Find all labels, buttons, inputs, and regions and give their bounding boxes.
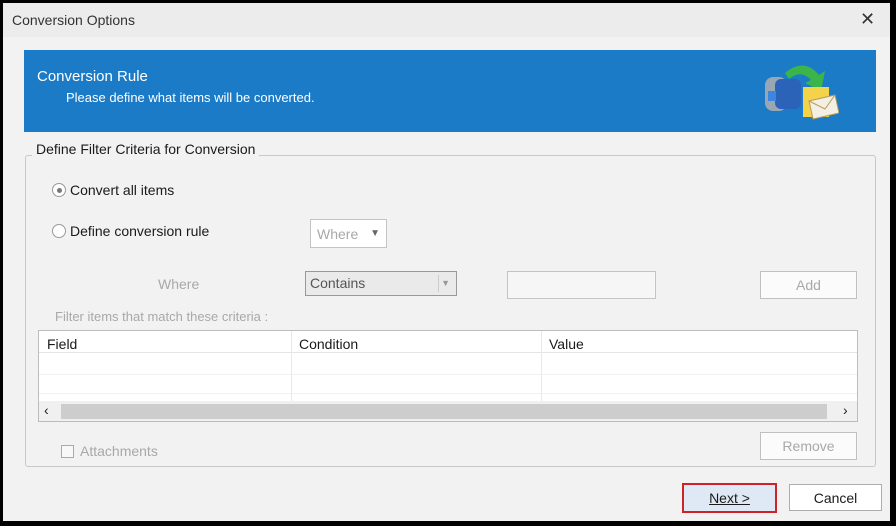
title-bar: Conversion Options ✕	[3, 3, 890, 37]
criteria-table: Field Condition Value ‹ ›	[38, 330, 858, 422]
mailbox-convert-icon	[765, 65, 839, 120]
next-button[interactable]: Next >	[682, 483, 777, 513]
scroll-left-icon[interactable]: ‹	[44, 402, 49, 418]
column-header-field[interactable]: Field	[39, 331, 291, 353]
banner-title: Conversion Rule	[37, 68, 148, 85]
where-label: Where	[158, 276, 200, 292]
header-banner: Conversion Rule Please define what items…	[24, 50, 876, 132]
radio-unselected-icon	[52, 224, 66, 238]
define-rule-radio[interactable]: Define conversion rule	[52, 223, 209, 239]
attachments-label: Attachments	[80, 443, 158, 459]
cancel-button[interactable]: Cancel	[789, 484, 882, 511]
convert-all-radio[interactable]: Convert all items	[52, 182, 174, 198]
value-input[interactable]	[507, 271, 656, 299]
group-legend: Define Filter Criteria for Conversion	[32, 141, 260, 157]
close-icon[interactable]: ✕	[860, 9, 875, 30]
chevron-down-icon: ▼	[438, 275, 452, 292]
window-title: Conversion Options	[12, 12, 135, 28]
scroll-right-icon[interactable]: ›	[843, 402, 848, 418]
condition-value: Contains	[310, 275, 366, 291]
add-button[interactable]: Add	[760, 271, 857, 299]
horizontal-scrollbar[interactable]: ‹ ›	[39, 401, 857, 421]
column-header-condition[interactable]: Condition	[291, 331, 541, 353]
checkbox-icon	[61, 444, 74, 458]
banner-subtitle: Please define what items will be convert…	[66, 90, 315, 105]
column-header-value[interactable]: Value	[541, 331, 857, 353]
attachments-checkbox[interactable]: Attachments	[61, 443, 158, 459]
where-dropdown[interactable]: Where ▼	[310, 219, 387, 248]
define-rule-label: Define conversion rule	[70, 223, 210, 239]
scrollbar-thumb[interactable]	[61, 404, 827, 419]
remove-button[interactable]: Remove	[760, 432, 857, 460]
where-dropdown-value: Where	[317, 226, 359, 242]
conversion-options-dialog: Conversion Options ✕ Conversion Rule Ple…	[3, 3, 890, 521]
filter-label: Filter items that match these criteria :	[55, 309, 269, 324]
condition-dropdown[interactable]: Contains ▼	[305, 271, 457, 296]
radio-selected-icon	[52, 183, 66, 197]
convert-all-label: Convert all items	[70, 182, 175, 198]
chevron-down-icon: ▼	[370, 228, 380, 239]
